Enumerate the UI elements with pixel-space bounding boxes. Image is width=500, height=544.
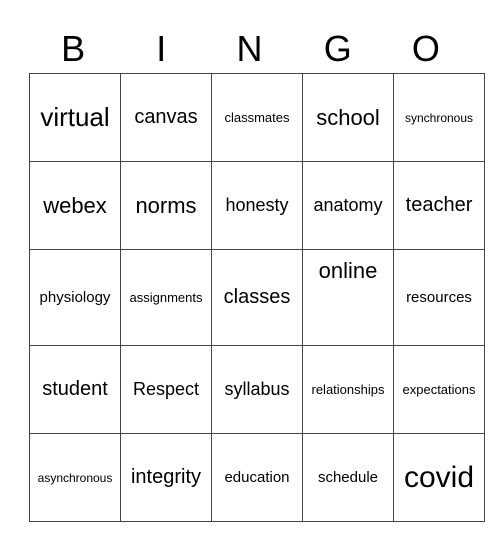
bingo-cell: resources — [393, 249, 485, 346]
grid-row: asynchronous integrity education schedul… — [29, 433, 485, 522]
header-letter-o: O — [411, 28, 440, 69]
bingo-cell: education — [211, 433, 303, 522]
bingo-cell: integrity — [120, 433, 212, 522]
bingo-cell: anatomy — [302, 161, 394, 250]
bingo-cell: asynchronous — [29, 433, 121, 522]
bingo-cell: student — [29, 345, 121, 434]
bingo-cell: webex — [29, 161, 121, 250]
bingo-cell: synchronous — [393, 73, 485, 162]
bingo-cell: classes — [211, 249, 303, 346]
grid-row: physiology assignments classes online re… — [29, 249, 485, 346]
bingo-cell: covid — [393, 433, 485, 522]
grid-row: student Respect syllabus relationships e… — [29, 345, 485, 434]
header-letter-g: G — [323, 28, 352, 69]
bingo-cell: expectations — [393, 345, 485, 434]
bingo-cell: relationships — [302, 345, 394, 434]
bingo-cell: assignments — [120, 249, 212, 346]
header-letter-b: B — [61, 28, 86, 69]
bingo-cell: syllabus — [211, 345, 303, 434]
bingo-cell: school — [302, 73, 394, 162]
bingo-cell: virtual — [29, 73, 121, 162]
bingo-cell: Respect — [120, 345, 212, 434]
bingo-cell: schedule — [302, 433, 394, 522]
bingo-cell: canvas — [120, 73, 212, 162]
header-letter-i: I — [156, 28, 167, 69]
bingo-grid: virtual canvas classmates school synchro… — [29, 73, 485, 522]
bingo-cell: classmates — [211, 73, 303, 162]
header-letter-n: N — [236, 28, 263, 69]
bingo-cell: honesty — [211, 161, 303, 250]
bingo-cell: physiology — [29, 249, 121, 346]
bingo-cell: teacher — [393, 161, 485, 250]
bingo-header: B I N G O — [29, 26, 470, 72]
bingo-cell: online — [302, 249, 394, 346]
grid-row: virtual canvas classmates school synchro… — [29, 73, 485, 162]
bingo-cell: norms — [120, 161, 212, 250]
grid-row: webex norms honesty anatomy teacher — [29, 161, 485, 250]
